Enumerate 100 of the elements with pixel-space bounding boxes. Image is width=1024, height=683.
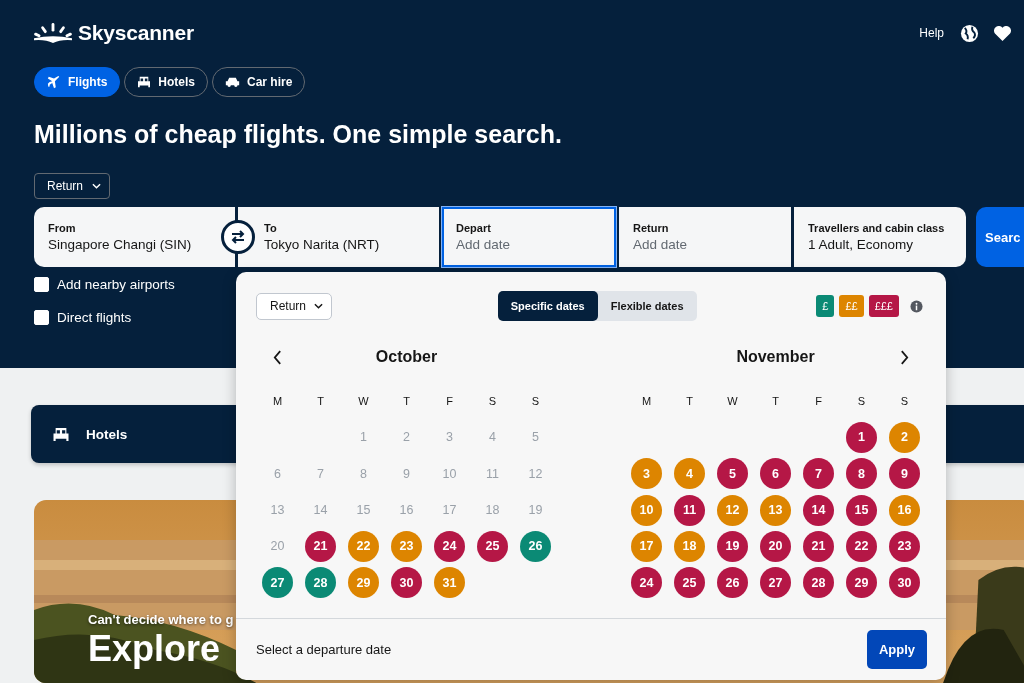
calendar-day[interactable]: 1 [846,421,877,453]
brand-name[interactable]: Skyscanner [78,21,194,45]
search-button[interactable]: Searc [976,207,1024,267]
checkbox-label[interactable]: Direct flights [57,309,132,325]
calendar-day[interactable]: 6 [760,458,791,490]
weekday-label: T [403,395,410,408]
heart-icon[interactable] [993,24,1012,42]
bed-icon [52,426,70,442]
calendar-day[interactable]: 23 [889,530,920,562]
calendar-day: 18 [485,503,500,518]
calendar-day: 3 [446,430,453,445]
calendar-day[interactable]: 15 [846,494,877,526]
calendar-day[interactable]: 8 [846,458,877,490]
weekday-label: M [272,395,283,408]
calendar-day[interactable]: 27 [760,567,791,599]
field-label: Travellers and cabin class [808,222,946,234]
calendar-day: 13 [270,503,285,518]
text-input[interactable]: Add date [456,237,602,252]
month-name: November [735,348,816,366]
calendar-day[interactable]: 19 [717,530,748,562]
calendar-day[interactable]: 30 [889,567,920,599]
calendar-day: 5 [532,430,539,445]
calendar-day: 1 [360,430,367,445]
search-field[interactable]: Travellers and cabin class 1 Adult, Economy [794,207,966,267]
help-link[interactable]: Help [919,26,944,40]
date-mode-tab[interactable]: Flexible dates [597,291,697,321]
weekday-label: F [815,395,822,408]
checkbox[interactable] [34,309,49,325]
calendar-day[interactable]: 14 [803,494,834,526]
headline: Millions of cheap flights. One simple search. [34,119,563,150]
next-month-icon[interactable] [900,349,909,365]
search-field[interactable]: Return Add date [619,207,791,267]
calendar-day[interactable]: 26 [717,567,748,599]
calendar-day[interactable]: 28 [305,567,336,599]
month-name: October [374,348,439,366]
previous-month-icon[interactable] [273,349,282,365]
weekday-label: F [446,395,453,408]
text-input[interactable]: Singapore Changi (SIN) [48,237,221,252]
calendar-day[interactable]: 29 [846,567,877,599]
apply-button[interactable]: Apply [867,629,927,669]
chevron-down-icon [314,303,324,309]
calendar-day[interactable]: 21 [803,530,834,562]
calendar-day[interactable]: 22 [846,530,877,562]
price-tag: ££ [839,295,864,317]
calendar-day[interactable]: 25 [674,567,705,599]
checkbox-label[interactable]: Add nearby airports [57,276,175,292]
price-tag: £ [816,295,835,317]
calendar-day[interactable]: 20 [760,530,791,562]
calendar-day: 11 [486,466,499,481]
field-label: From [48,222,77,234]
calendar-day: 15 [356,503,371,518]
calendar-day[interactable]: 28 [803,567,834,599]
weekday-label: T [772,395,779,408]
calendar-day[interactable]: 26 [520,530,551,562]
field-label: Depart [456,222,492,234]
calendar-day[interactable]: 25 [477,530,508,562]
info-icon[interactable] [910,299,923,313]
chevron-down-icon [92,183,102,189]
calendar-day: 17 [442,503,457,518]
calendar-day: 19 [528,503,543,518]
weekday-label: S [531,395,540,408]
text-input[interactable]: Add date [633,237,777,252]
search-field[interactable]: From Singapore Changi (SIN) [34,207,235,267]
calendar-day: 12 [528,466,543,481]
search-field[interactable]: To Tokyo Narita (NRT) [238,207,439,267]
calendar-day[interactable]: 21 [305,530,336,562]
nav-tab[interactable]: Flights [34,67,121,97]
text-input[interactable]: 1 Adult, Economy [808,237,952,252]
text-input[interactable]: Tokyo Narita (NRT) [264,237,425,252]
weekday-label: T [686,395,693,408]
weekday-label: T [317,395,324,408]
hotels-label: Hotels [86,426,128,442]
globe-icon[interactable] [960,23,979,43]
calendar-day[interactable]: 11 [674,494,705,526]
bed-icon [137,76,152,88]
weekday-label: W [727,395,738,408]
field-label: To [264,222,278,234]
calendar-day: 2 [403,430,410,445]
calendar-day[interactable]: 7 [803,458,834,490]
calendar-day[interactable]: 24 [631,567,662,599]
date-mode-tab[interactable]: Specific dates [497,291,598,321]
weekday-label: M [641,395,652,408]
search-field[interactable]: Depart Add date [442,207,616,267]
calendar-day[interactable]: 5 [717,458,748,490]
footer-hint: Select a departure date [256,641,392,657]
calendar-day[interactable]: 24 [434,530,465,562]
calendar-day: 10 [442,466,457,481]
calendar-day[interactable]: 30 [391,567,422,599]
field-label: Return [633,222,670,234]
calendar-day: 9 [403,466,410,481]
trip-type-select[interactable]: Return [34,173,111,199]
calendar-day[interactable]: 9 [889,458,920,490]
logo-icon [34,22,72,44]
checkbox[interactable] [34,276,49,292]
calendar-day: 6 [274,466,281,481]
trip-type-select[interactable]: Return [256,292,333,320]
calendar-day[interactable]: 27 [262,567,293,599]
calendar-day: 20 [270,539,285,554]
calendar-day: 7 [317,466,324,481]
weekday-label: W [358,395,369,408]
